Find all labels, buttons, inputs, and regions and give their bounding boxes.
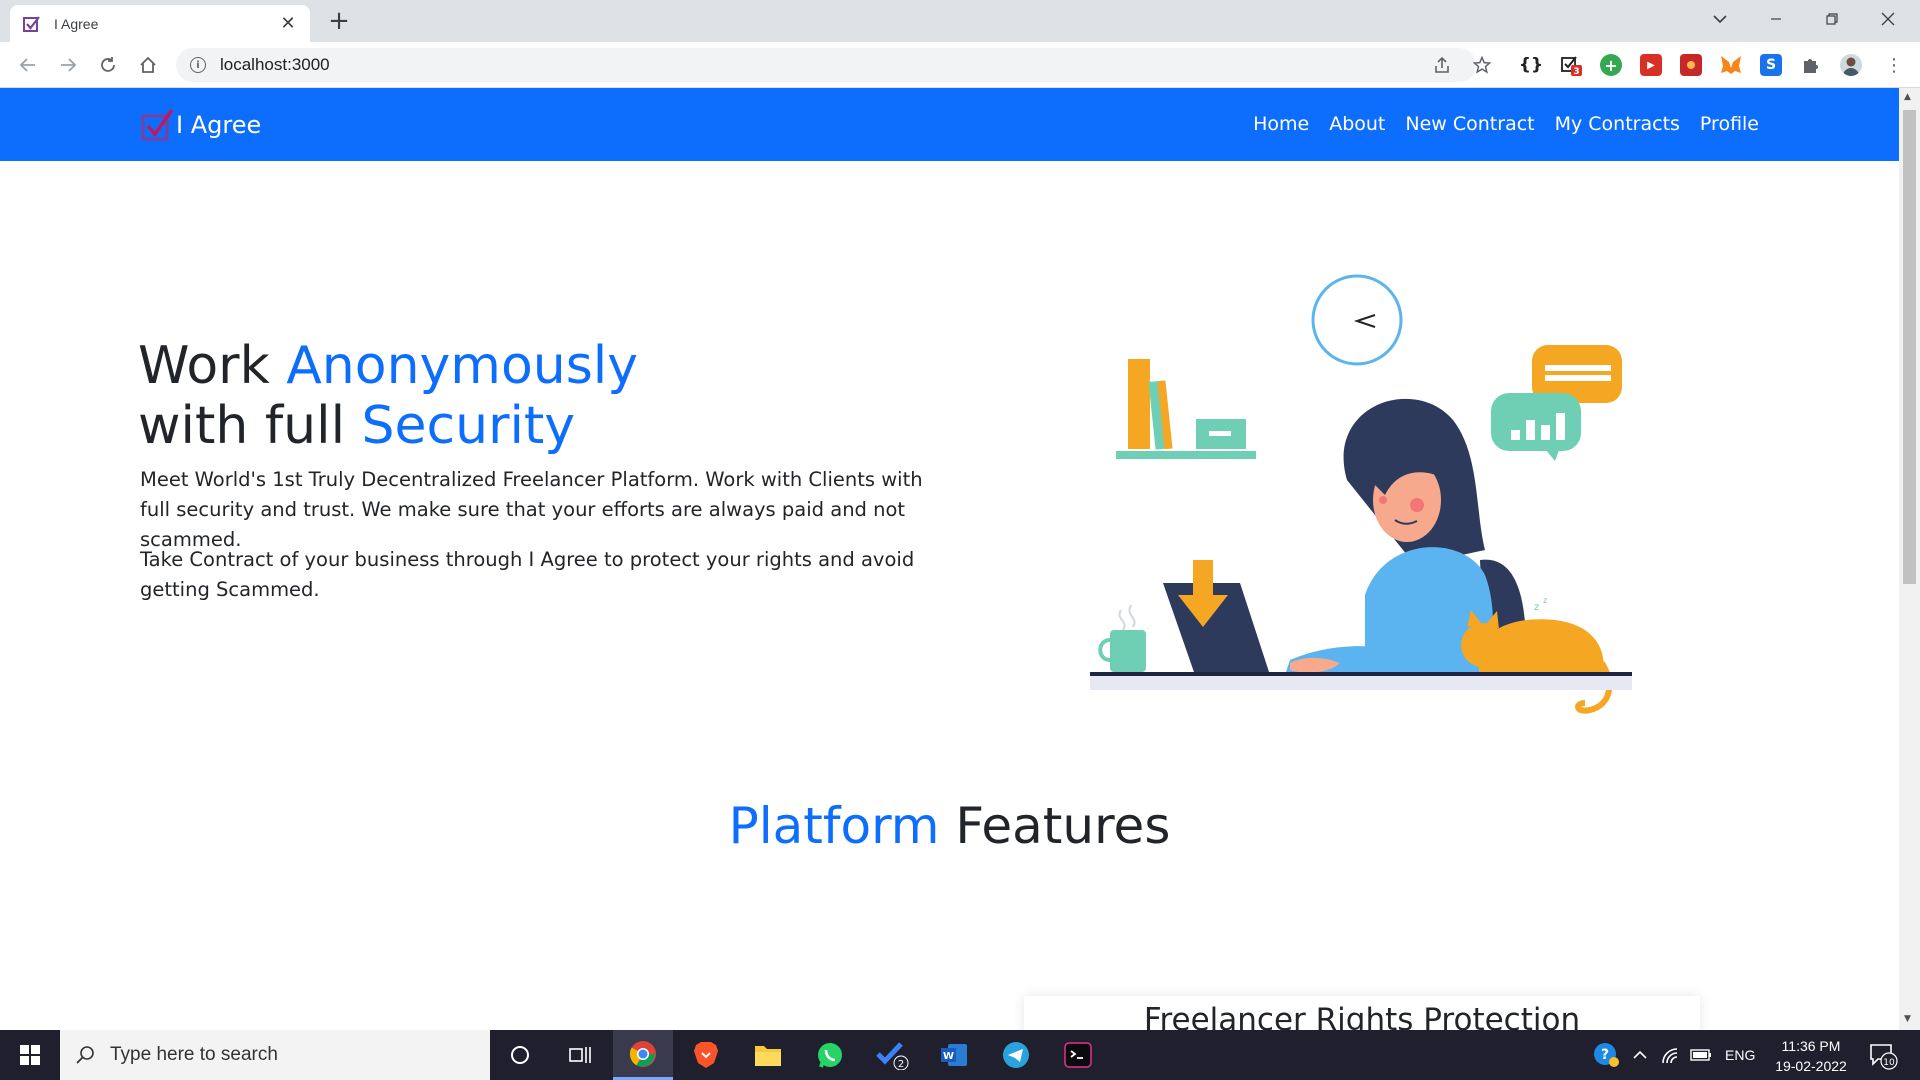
whatsapp-icon[interactable] <box>800 1030 860 1080</box>
notifications-icon[interactable]: 10 <box>1868 1030 1898 1080</box>
windows-start-icon[interactable] <box>0 1030 60 1080</box>
svg-text:z: z <box>1534 602 1539 613</box>
nav-link-new-contract[interactable]: New Contract <box>1405 113 1534 135</box>
new-tab-button[interactable]: + <box>325 8 353 36</box>
brand-name: I Agree <box>176 111 262 139</box>
word-icon[interactable]: W <box>924 1030 984 1080</box>
bookmark-star-icon[interactable] <box>1468 51 1496 79</box>
checklist-icon[interactable]: 3 <box>1560 54 1582 76</box>
share-icon[interactable] <box>1428 51 1456 79</box>
woman-working-illustration: z z <box>1090 274 1632 714</box>
plus-circle-icon[interactable]: + <box>1600 54 1622 76</box>
help-tray-icon[interactable]: ? <box>1592 1030 1622 1080</box>
todo-taskbar-icon[interactable]: 2 <box>862 1030 922 1080</box>
nav-link-about[interactable]: About <box>1329 113 1385 135</box>
wifi-icon[interactable] <box>1660 1030 1682 1080</box>
svg-text:W: W <box>943 1051 954 1062</box>
browser-toolbar: i localhost:3000 {} 3 + ▶ S ⋮ <box>0 42 1920 88</box>
telegram-icon[interactable] <box>986 1030 1046 1080</box>
brave-taskbar-icon[interactable] <box>676 1030 736 1080</box>
svg-text:?: ? <box>1601 1047 1609 1063</box>
scroll-down-icon[interactable]: ▼ <box>1904 1014 1911 1024</box>
forward-icon[interactable] <box>54 51 82 79</box>
red-square-icon[interactable] <box>1680 54 1702 76</box>
hero-paragraph-1: Meet World's 1st Truly Decentralized Fre… <box>140 468 923 551</box>
nav-links: Home About New Contract My Contracts Pro… <box>1233 113 1759 135</box>
language-indicator[interactable]: ENG <box>1725 1030 1755 1080</box>
url-text: localhost:3000 <box>220 55 330 74</box>
brand-link[interactable]: I Agree <box>140 108 261 142</box>
puzzle-icon[interactable] <box>1800 54 1822 76</box>
page-scrollbar[interactable]: ▲ ▼ <box>1899 88 1920 1030</box>
svg-text:3: 3 <box>1573 67 1579 76</box>
nav-link-profile[interactable]: Profile <box>1700 113 1759 135</box>
search-icon <box>76 1046 94 1064</box>
profile-avatar-icon[interactable] <box>1840 54 1862 76</box>
close-window-button[interactable] <box>1860 0 1916 38</box>
address-bar[interactable]: i localhost:3000 <box>176 48 1476 82</box>
browser-tab[interactable]: I Agree ✕ <box>10 5 310 42</box>
scrollbar-thumb[interactable] <box>1903 110 1916 584</box>
show-hidden-icons-icon[interactable] <box>1632 1030 1648 1080</box>
tab-title: I Agree <box>54 15 99 32</box>
nav-link-my-contracts[interactable]: My Contracts <box>1555 113 1680 135</box>
tab-search-icon[interactable] <box>1692 0 1748 38</box>
close-tab-icon[interactable]: ✕ <box>278 13 298 34</box>
hero-paragraph-2: Take Contract of your business through I… <box>140 548 915 601</box>
clock-date: 19-02-2022 <box>1775 1058 1847 1074</box>
nav-link-home[interactable]: Home <box>1253 113 1309 135</box>
metamask-icon[interactable] <box>1720 54 1742 76</box>
search-placeholder: Type here to search <box>110 1044 278 1065</box>
taskbar-clock[interactable]: 11:36 PM 19-02-2022 <box>1766 1036 1856 1076</box>
battery-icon[interactable] <box>1690 1030 1712 1080</box>
brand-checkbox-icon <box>141 109 174 141</box>
svg-text:10: 10 <box>1883 1058 1895 1068</box>
checkbox-favicon-icon <box>23 15 40 32</box>
svg-text:2: 2 <box>898 1059 904 1070</box>
home-icon[interactable] <box>134 51 162 79</box>
s-icon[interactable]: S <box>1760 54 1782 76</box>
site-navbar: I Agree Home About New Contract My Contr… <box>0 88 1899 161</box>
terminal-icon[interactable] <box>1048 1030 1108 1080</box>
features-heading: Platform Features <box>728 797 1171 855</box>
svg-text:z: z <box>1543 596 1547 605</box>
browser-tab-strip: I Agree ✕ + <box>0 0 1920 42</box>
restore-window-button[interactable] <box>1804 0 1860 38</box>
reload-icon[interactable] <box>94 51 122 79</box>
braces-icon[interactable]: {} <box>1519 54 1543 76</box>
scroll-up-icon[interactable]: ▲ <box>1904 92 1911 102</box>
windows-taskbar: Type here to search 2 W ? ENG 11:36 PM 1… <box>0 1030 1920 1080</box>
hero-heading: Work Anonymously with full Security <box>138 336 639 456</box>
minimize-window-button[interactable] <box>1748 0 1804 38</box>
red-arrow-icon[interactable]: ▶ <box>1640 54 1662 76</box>
browser-menu-icon[interactable]: ⋮ <box>1880 51 1908 79</box>
clock-time: 11:36 PM <box>1781 1038 1841 1054</box>
chrome-taskbar-icon[interactable] <box>613 1030 673 1080</box>
taskbar-search-box[interactable]: Type here to search <box>60 1030 490 1080</box>
site-info-icon[interactable]: i <box>190 57 206 73</box>
file-explorer-icon[interactable] <box>738 1030 798 1080</box>
cortana-icon[interactable] <box>490 1030 550 1080</box>
task-view-icon[interactable] <box>550 1030 610 1080</box>
back-icon[interactable] <box>14 51 42 79</box>
